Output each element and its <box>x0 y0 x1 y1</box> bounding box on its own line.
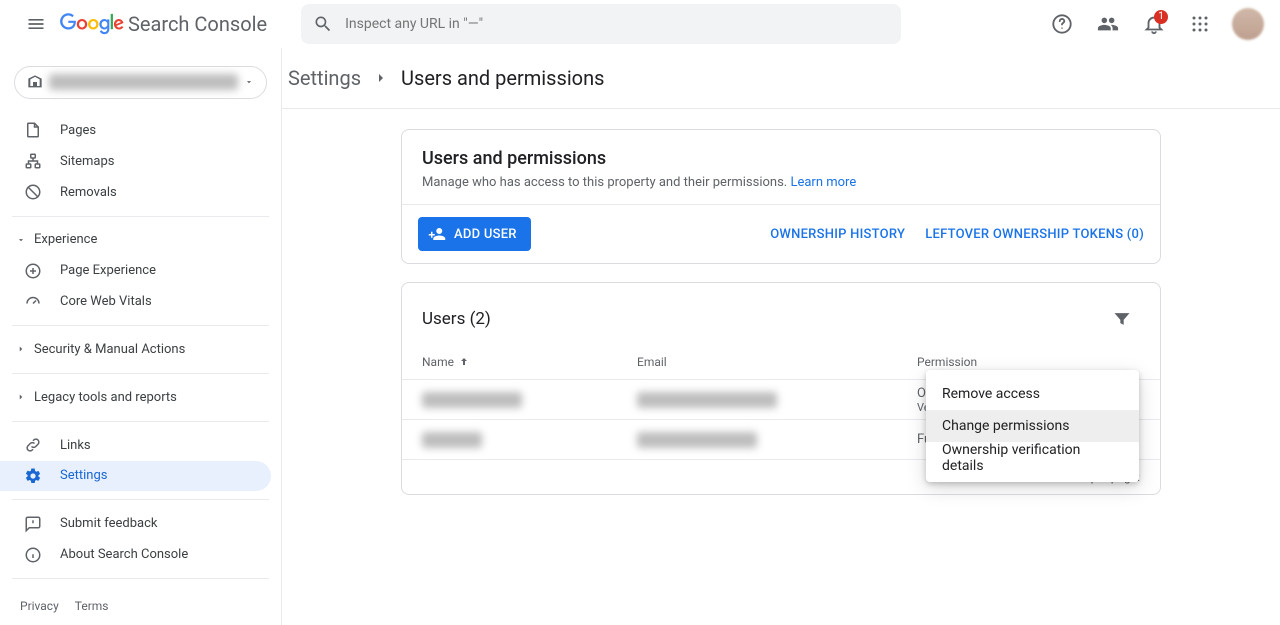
col-email[interactable]: Email <box>637 355 917 369</box>
name-redacted <box>422 432 482 448</box>
sidebar-item-sitemaps[interactable]: Sitemaps <box>0 146 271 177</box>
chevron-down-icon <box>244 77 254 87</box>
ownership-history-link[interactable]: OWNERSHIP HISTORY <box>770 227 905 242</box>
breadcrumb: Settings Users and permissions <box>286 48 1280 108</box>
sidebar-section-legacy[interactable]: Legacy tools and reports <box>0 382 281 413</box>
sidebar-section-experience[interactable]: Experience <box>0 224 281 255</box>
menu-item-ownership-verification[interactable]: Ownership verification details <box>926 442 1139 474</box>
google-logo-icon <box>60 13 124 35</box>
block-icon <box>24 183 42 201</box>
speed-icon <box>24 293 42 311</box>
sidebar-item-label: Pages <box>60 123 96 138</box>
email-redacted <box>637 392 777 408</box>
arrow-up-icon <box>458 356 470 368</box>
people-button[interactable] <box>1088 4 1128 44</box>
domain-icon <box>27 74 43 90</box>
sidebar: Pages Sitemaps Removals Experience Page … <box>0 48 281 625</box>
property-selector[interactable] <box>14 66 267 99</box>
person-add-icon <box>428 225 446 243</box>
filter-button[interactable] <box>1104 301 1140 337</box>
learn-more-link[interactable]: Learn more <box>790 175 856 190</box>
sidebar-item-label: Page Experience <box>60 263 156 278</box>
link-icon <box>24 436 42 454</box>
sidebar-item-core-web-vitals[interactable]: Core Web Vitals <box>0 286 271 317</box>
apps-grid-icon <box>1191 15 1209 33</box>
notification-badge: 1 <box>1154 10 1168 24</box>
help-icon <box>1051 13 1073 35</box>
search-input[interactable] <box>345 16 889 32</box>
card-subtitle: Manage who has access to this property a… <box>422 175 787 190</box>
sidebar-section-label: Security & Manual Actions <box>34 342 185 357</box>
main-menu-button[interactable] <box>16 4 56 44</box>
menu-item-change-permissions[interactable]: Change permissions <box>926 410 1139 442</box>
add-user-button[interactable]: ADD USER <box>418 217 531 251</box>
sidebar-section-label: Experience <box>34 232 97 247</box>
page-title: Users and permissions <box>401 66 604 90</box>
add-user-label: ADD USER <box>454 227 517 242</box>
gear-icon <box>24 467 42 485</box>
sidebar-item-page-experience[interactable]: Page Experience <box>0 255 271 286</box>
chevron-right-icon <box>16 344 26 354</box>
chevron-right-icon <box>373 70 389 86</box>
people-icon <box>1097 13 1119 35</box>
url-inspect-search[interactable] <box>301 4 901 44</box>
breadcrumb-settings[interactable]: Settings <box>288 66 361 90</box>
sidebar-section-label: Legacy tools and reports <box>34 390 177 405</box>
col-name[interactable]: Name <box>422 355 637 369</box>
property-name-redacted <box>49 74 238 90</box>
email-redacted <box>637 432 757 448</box>
sidebar-item-label: Links <box>60 438 91 453</box>
help-button[interactable] <box>1042 4 1082 44</box>
card-title: Users and permissions <box>422 148 1140 169</box>
sidebar-item-about[interactable]: About Search Console <box>0 539 271 570</box>
logo[interactable]: Search Console <box>60 12 267 36</box>
permissions-header-card: Users and permissions Manage who has acc… <box>401 129 1161 264</box>
chevron-right-icon <box>16 392 26 402</box>
page-icon <box>24 121 42 139</box>
name-redacted <box>422 392 522 408</box>
product-name: Search Console <box>128 12 267 36</box>
sidebar-item-label: Removals <box>60 185 117 200</box>
users-count-title: Users (2) <box>422 309 491 329</box>
sidebar-item-links[interactable]: Links <box>0 430 271 461</box>
filter-icon <box>1112 309 1132 329</box>
feedback-icon <box>24 515 42 533</box>
sitemap-icon <box>24 152 42 170</box>
leftover-tokens-link[interactable]: LEFTOVER OWNERSHIP TOKENS (0) <box>925 227 1144 242</box>
sidebar-item-settings[interactable]: Settings <box>0 461 271 492</box>
sidebar-item-label: About Search Console <box>60 547 188 562</box>
sidebar-section-security[interactable]: Security & Manual Actions <box>0 334 281 365</box>
apps-button[interactable] <box>1180 4 1220 44</box>
sidebar-item-label: Sitemaps <box>60 154 115 169</box>
user-action-menu: Remove access Change permissions Ownersh… <box>926 370 1139 482</box>
privacy-link[interactable]: Privacy <box>20 599 59 613</box>
sidebar-item-pages[interactable]: Pages <box>0 115 271 146</box>
notifications-button[interactable]: 1 <box>1134 4 1174 44</box>
terms-link[interactable]: Terms <box>75 599 109 613</box>
info-icon <box>24 546 42 564</box>
sidebar-item-label: Submit feedback <box>60 516 157 531</box>
sidebar-item-label: Core Web Vitals <box>60 294 152 309</box>
chevron-down-icon <box>16 235 26 245</box>
account-avatar[interactable] <box>1232 8 1264 40</box>
circle-plus-icon <box>24 262 42 280</box>
col-permission[interactable]: Permission <box>917 355 1140 369</box>
search-icon <box>313 14 333 34</box>
sidebar-item-label: Settings <box>60 468 107 483</box>
sidebar-item-removals[interactable]: Removals <box>0 177 271 208</box>
menu-item-remove-access[interactable]: Remove access <box>926 378 1139 410</box>
sidebar-item-feedback[interactable]: Submit feedback <box>0 508 271 539</box>
